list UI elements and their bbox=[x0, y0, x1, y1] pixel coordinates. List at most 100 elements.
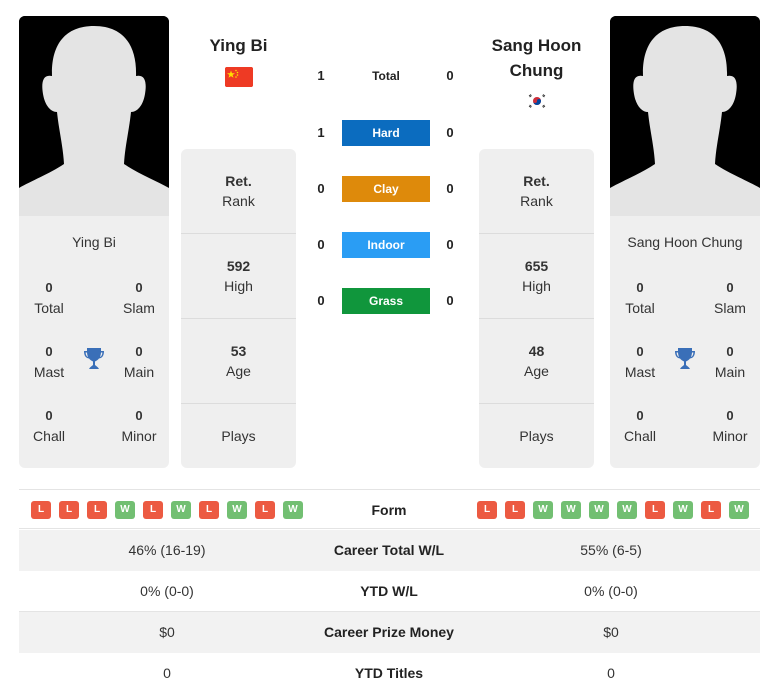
player1-info-panel: Ret. Rank 592 High 53 Age Plays bbox=[181, 149, 296, 468]
form-label: Form bbox=[371, 502, 407, 518]
h2h-indoor-row: 0 Indoor 0 bbox=[300, 232, 475, 258]
stat-label: Chall bbox=[33, 428, 65, 444]
h2h-p2-value: 0 bbox=[446, 68, 454, 83]
stat-value: 0 bbox=[135, 344, 143, 359]
h2h-p2-value: 0 bbox=[446, 125, 454, 140]
player2-total-titles: 0 Total bbox=[610, 278, 670, 318]
player2-main-titles: 0 Main bbox=[700, 342, 760, 382]
age-value: 48 bbox=[528, 343, 545, 359]
win-badge[interactable]: W bbox=[283, 501, 303, 519]
player2-mast-titles: 0 Mast bbox=[610, 342, 670, 382]
win-badge[interactable]: W bbox=[589, 501, 609, 519]
age-value: 53 bbox=[230, 343, 247, 359]
h2h-p2-value: 0 bbox=[446, 237, 454, 252]
row-label: Career Total W/L bbox=[333, 542, 445, 558]
win-badge[interactable]: W bbox=[227, 501, 247, 519]
loss-badge[interactable]: L bbox=[701, 501, 721, 519]
career-total-wl-row: 46% (16-19) Career Total W/L 55% (6-5) bbox=[19, 530, 760, 571]
rank-value: Ret. bbox=[523, 173, 550, 189]
high-label: High bbox=[224, 278, 253, 294]
stat-value: 0 bbox=[636, 408, 644, 423]
player1-form-badges: LLLWLWLWLW bbox=[31, 501, 303, 519]
player1-titles-card: Ying Bi 0 Total 0 Slam 0 Mast 0 Main 0 C… bbox=[19, 216, 169, 468]
player2-chall-titles: 0 Chall bbox=[610, 406, 670, 446]
player2-age: 48 Age bbox=[479, 319, 594, 404]
h2h-grass-row: 0 Grass 0 bbox=[300, 288, 475, 314]
player2-card-name: Sang Hoon Chung bbox=[627, 234, 743, 250]
player1-chall-titles: 0 Chall bbox=[19, 406, 79, 446]
player2-value: 0% (0-0) bbox=[584, 583, 638, 599]
loss-badge[interactable]: L bbox=[59, 501, 79, 519]
rank-label: Rank bbox=[520, 193, 553, 209]
grass-surface-button[interactable]: Grass bbox=[342, 288, 430, 314]
h2h-total-label: Total bbox=[372, 69, 400, 83]
clay-surface-button[interactable]: Clay bbox=[342, 176, 430, 202]
h2h-p1-value: 0 bbox=[317, 181, 325, 196]
player1-name-link[interactable]: Ying Bi bbox=[181, 33, 296, 58]
stat-value: 0 bbox=[636, 344, 644, 359]
player1-plays: Plays bbox=[181, 404, 296, 468]
win-badge[interactable]: W bbox=[673, 501, 693, 519]
indoor-surface-button[interactable]: Indoor bbox=[342, 232, 430, 258]
age-label: Age bbox=[226, 363, 251, 379]
stat-label: Main bbox=[123, 364, 155, 380]
player2-photo bbox=[610, 16, 760, 216]
china-flag-icon bbox=[225, 67, 253, 87]
stat-label: Total bbox=[34, 300, 64, 316]
trophy-icon bbox=[675, 348, 695, 369]
high-label: High bbox=[522, 278, 551, 294]
h2h-hard-row: 1 Hard 0 bbox=[300, 120, 475, 146]
silhouette-icon bbox=[610, 16, 760, 216]
player2-name-link[interactable]: Sang Hoon Chung bbox=[479, 33, 594, 83]
stat-label: Minor bbox=[121, 428, 157, 444]
stat-value: 0 bbox=[45, 408, 53, 423]
win-badge[interactable]: W bbox=[533, 501, 553, 519]
rank-value: Ret. bbox=[225, 173, 252, 189]
player1-age: 53 Age bbox=[181, 319, 296, 404]
win-badge[interactable]: W bbox=[729, 501, 749, 519]
hard-surface-button[interactable]: Hard bbox=[342, 120, 430, 146]
win-badge[interactable]: W bbox=[115, 501, 135, 519]
player2-info-panel: Ret. Rank 655 High 48 Age Plays bbox=[479, 149, 594, 468]
loss-badge[interactable]: L bbox=[255, 501, 275, 519]
h2h-total-row: 1 Total 0 bbox=[300, 63, 475, 89]
h2h-p2-value: 0 bbox=[446, 181, 454, 196]
loss-badge[interactable]: L bbox=[645, 501, 665, 519]
plays-label: Plays bbox=[221, 428, 256, 444]
h2h-p2-value: 0 bbox=[446, 293, 454, 308]
player1-main-titles: 0 Main bbox=[109, 342, 169, 382]
player1-card-name: Ying Bi bbox=[72, 234, 116, 250]
stat-value: 0 bbox=[726, 280, 734, 295]
stat-label: Mast bbox=[33, 364, 65, 380]
stat-value: 0 bbox=[135, 280, 143, 295]
stat-value: 0 bbox=[726, 408, 734, 423]
player1-slam-titles: 0 Slam bbox=[109, 278, 169, 318]
stat-value: 0 bbox=[636, 280, 644, 295]
player2-plays: Plays bbox=[479, 404, 594, 468]
win-badge[interactable]: W bbox=[561, 501, 581, 519]
loss-badge[interactable]: L bbox=[505, 501, 525, 519]
loss-badge[interactable]: L bbox=[143, 501, 163, 519]
south-korea-flag-icon bbox=[526, 92, 548, 110]
player2-high: 655 High bbox=[479, 234, 594, 319]
h2h-p1-value: 0 bbox=[317, 237, 325, 252]
stat-value: 0 bbox=[45, 280, 53, 295]
win-badge[interactable]: W bbox=[617, 501, 637, 519]
loss-badge[interactable]: L bbox=[477, 501, 497, 519]
player2-form-badges: LLWWWWLWLW bbox=[477, 501, 749, 519]
player1-mast-titles: 0 Mast bbox=[19, 342, 79, 382]
loss-badge[interactable]: L bbox=[87, 501, 107, 519]
loss-badge[interactable]: L bbox=[199, 501, 219, 519]
player1-minor-titles: 0 Minor bbox=[109, 406, 169, 446]
stat-value: 0 bbox=[135, 408, 143, 423]
player2-slam-titles: 0 Slam bbox=[700, 278, 760, 318]
stat-label: Mast bbox=[624, 364, 656, 380]
player1-photo bbox=[19, 16, 169, 216]
stat-label: Minor bbox=[712, 428, 748, 444]
win-badge[interactable]: W bbox=[171, 501, 191, 519]
stat-value: 0 bbox=[726, 344, 734, 359]
loss-badge[interactable]: L bbox=[31, 501, 51, 519]
stat-label: Slam bbox=[123, 300, 155, 316]
player1-value: 0% (0-0) bbox=[140, 583, 194, 599]
player2-value: 0 bbox=[607, 665, 615, 681]
